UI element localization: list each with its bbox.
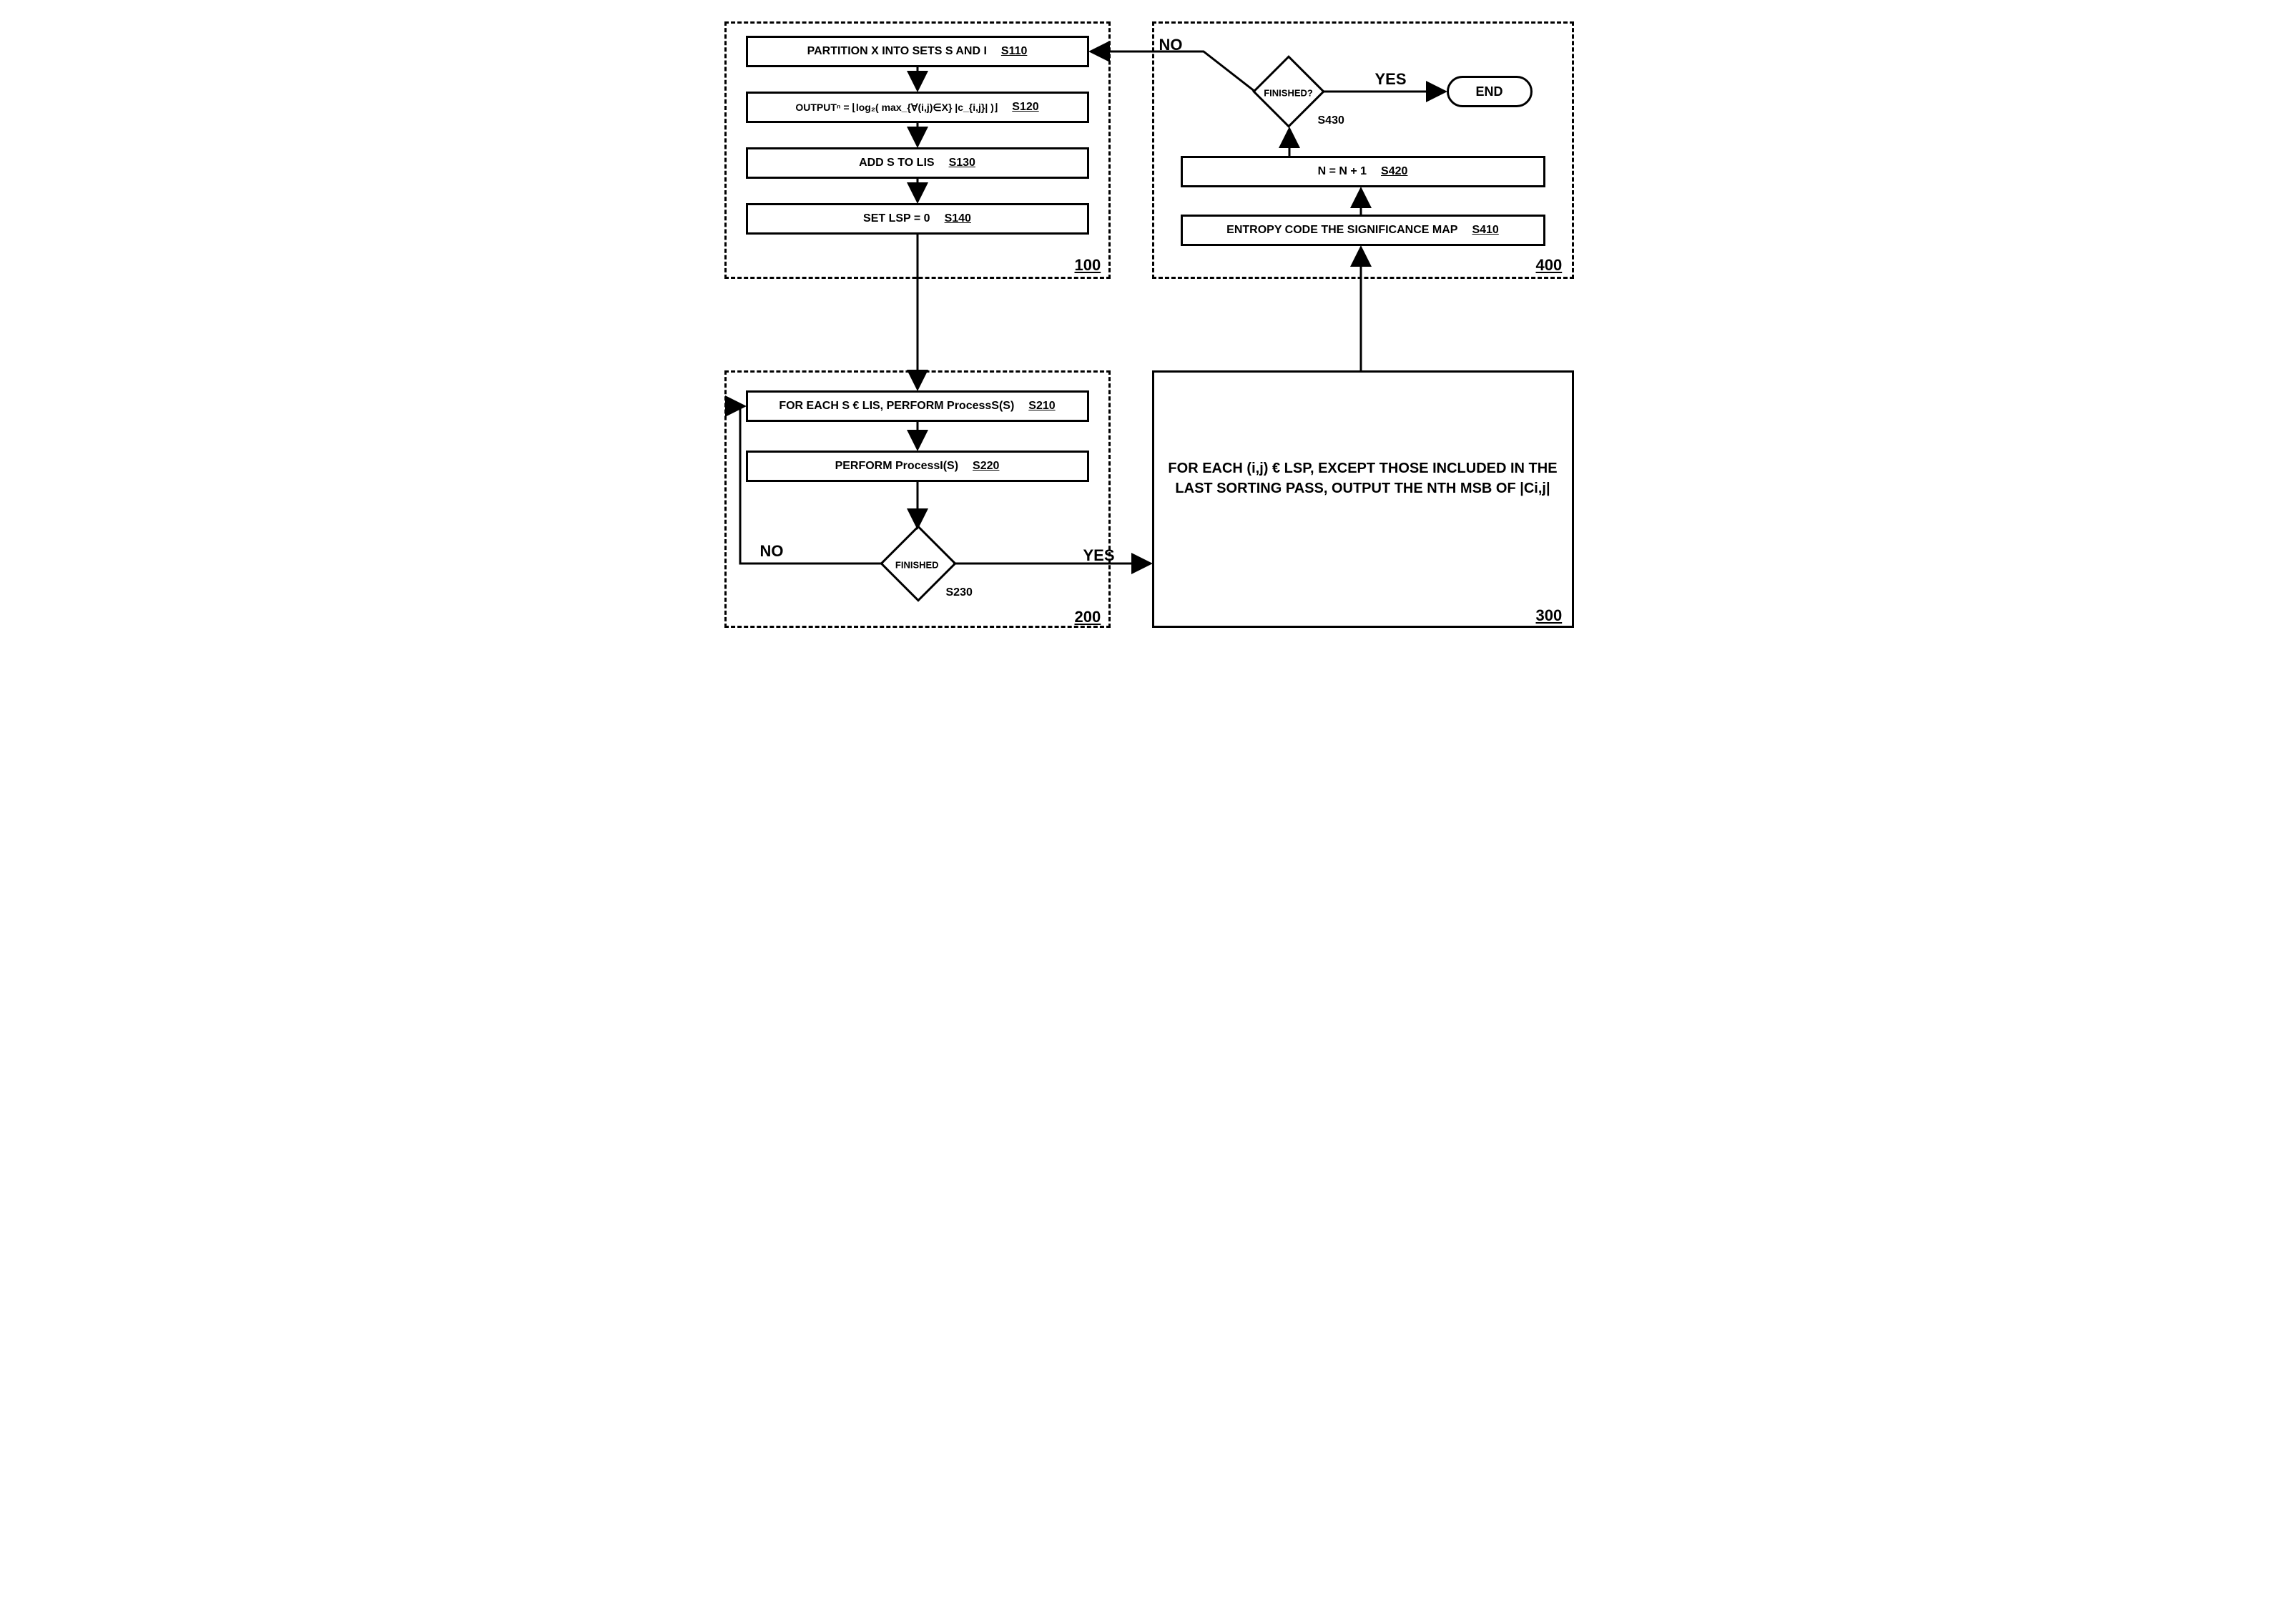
step-s130-ref: S130 [949,157,975,169]
end-label: END [1475,84,1502,99]
step-s410-text: ENTROPY CODE THE SIGNIFICANCE MAP [1226,224,1457,237]
step-s410: ENTROPY CODE THE SIGNIFICANCE MAP S410 [1181,215,1545,246]
step-s220-text: PERFORM ProcessI(S) [835,460,958,473]
block-100-ref: 100 [1075,256,1101,275]
decision-s230-ref: S230 [946,586,973,599]
block-300-ref: 300 [1536,606,1563,625]
step-s420-text: N = N + 1 [1318,165,1367,178]
step-s210: FOR EACH S € LIS, PERFORM ProcessS(S) S2… [746,390,1089,422]
step-s110: PARTITION X INTO SETS S AND I S110 [746,36,1089,67]
step-s140: SET LSP = 0 S140 [746,203,1089,235]
step-s120-ref: S120 [1012,101,1038,114]
decision-s430-text: FINISHED? [1264,87,1311,98]
step-s120: OUTPUTⁿ = ⌊log₂( max_{∀(i,j)∈X} |c_{i,j}… [746,92,1089,123]
step-s220: PERFORM ProcessI(S) S220 [746,451,1089,482]
step-s110-text: PARTITION X INTO SETS S AND I [807,45,987,58]
step-s110-ref: S110 [1001,45,1027,58]
edge-200-yes: YES [1083,546,1115,565]
decision-s230-text: FINISHED [892,559,942,570]
decision-s430-ref: S430 [1318,114,1344,127]
block-400-ref: 400 [1536,256,1563,275]
edge-400-no: NO [1159,36,1183,54]
block-200-ref: 200 [1075,608,1101,626]
step-s420: N = N + 1 S420 [1181,156,1545,187]
edge-400-yes: YES [1375,70,1407,89]
flowchart-canvas: 100 PARTITION X INTO SETS S AND I S110 O… [689,14,1604,665]
step-s420-ref: S420 [1381,165,1407,178]
step-s130: ADD S TO LIS S130 [746,147,1089,179]
edge-200-no: NO [760,542,784,561]
step-s210-text: FOR EACH S € LIS, PERFORM ProcessS(S) [779,400,1014,413]
block-300-text: FOR EACH (i,j) € LSP, EXCEPT THOSE INCLU… [1154,458,1572,498]
step-s410-ref: S410 [1472,224,1498,237]
step-s120-text: OUTPUTⁿ = ⌊log₂( max_{∀(i,j)∈X} |c_{i,j}… [795,102,998,114]
step-s140-ref: S140 [945,212,971,225]
block-300: FOR EACH (i,j) € LSP, EXCEPT THOSE INCLU… [1152,370,1574,628]
step-s130-text: ADD S TO LIS [859,157,935,169]
end-node: END [1447,76,1533,107]
step-s140-text: SET LSP = 0 [863,212,930,225]
step-s210-ref: S210 [1028,400,1055,413]
step-s220-ref: S220 [973,460,999,473]
